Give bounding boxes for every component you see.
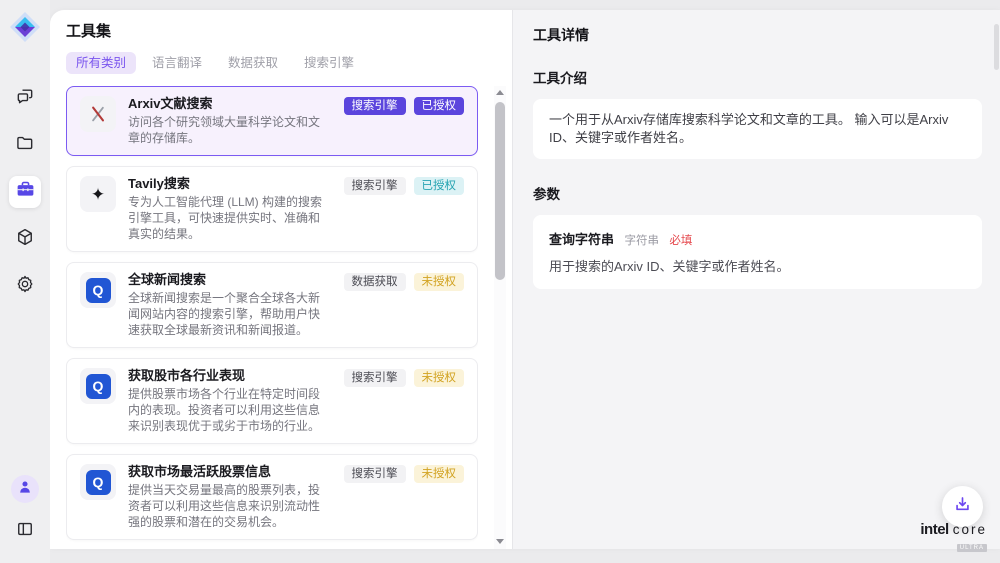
- intro-text: 一个用于从Arxiv存储库搜索科学论文和文章的工具。 输入可以是Arxiv ID…: [549, 112, 948, 145]
- category-tabs: 所有类别 语言翻译 数据获取 搜索引擎: [66, 52, 512, 74]
- intel-core-logo: intel core ULTRA: [920, 522, 987, 553]
- tool-badges: 搜索引擎 未授权: [344, 465, 465, 483]
- folder-icon: [15, 133, 35, 158]
- scroll-up-arrow[interactable]: [494, 86, 506, 98]
- quark-q-icon: Q: [86, 374, 111, 399]
- param-name: 查询字符串: [549, 232, 614, 247]
- tool-title: 获取市场最活跃股票信息: [128, 464, 332, 480]
- tool-auth-badge: 未授权: [414, 465, 465, 483]
- quark-q-icon: Q: [86, 278, 111, 303]
- diamond-logo-icon: [8, 10, 42, 44]
- scrollbar-thumb[interactable]: [495, 102, 505, 280]
- brand-core-text: core: [953, 523, 987, 537]
- detail-title: 工具详情: [533, 25, 982, 45]
- quark-q-icon: Q: [86, 470, 111, 495]
- tool-list-panel: 工具集 所有类别 语言翻译 数据获取 搜索引擎 Arxiv文献搜索 访问各个研究…: [50, 10, 512, 549]
- arxiv-x-icon: [87, 103, 109, 125]
- tool-description: 提供当天交易量最高的股票列表，投资者可以利用这些信息来识别流动性强的股票和潜在的…: [128, 482, 332, 530]
- tool-auth-badge: 已授权: [414, 177, 465, 195]
- tool-body: 全球新闻搜索 全球新闻搜索是一个聚合全球各大新闻网站内容的搜索引擎，帮助用户快速…: [128, 272, 332, 338]
- sidebar-item-tools[interactable]: [9, 176, 41, 208]
- tool-list: Arxiv文献搜索 访问各个研究领域大量科学论文和文章的存储库。 搜索引擎 已授…: [66, 86, 478, 549]
- tool-category-badge: 数据获取: [344, 273, 406, 291]
- rail-bottom: [0, 475, 50, 547]
- tool-category-badge: 搜索引擎: [344, 465, 406, 483]
- download-icon: [952, 494, 973, 520]
- tool-icon-tile: Q: [80, 368, 116, 404]
- category-tab[interactable]: 语言翻译: [142, 52, 212, 74]
- sidebar-item-settings[interactable]: [9, 270, 41, 302]
- sidebar-item-plugins[interactable]: [9, 223, 41, 255]
- category-tab[interactable]: 搜索引擎: [294, 52, 364, 74]
- package-icon: [15, 227, 35, 252]
- user-avatar[interactable]: [11, 475, 39, 503]
- sidebar-item-chat[interactable]: [9, 82, 41, 114]
- category-tab[interactable]: 数据获取: [218, 52, 288, 74]
- tool-card[interactable]: Q 全球新闻搜索 全球新闻搜索是一个聚合全球各大新闻网站内容的搜索引擎，帮助用户…: [66, 262, 478, 348]
- tool-category-badge: 搜索引擎: [344, 177, 406, 195]
- param-header: 查询字符串 字符串 必填: [549, 229, 966, 249]
- left-rail: [0, 0, 50, 563]
- tool-category-badge: 搜索引擎: [344, 97, 406, 115]
- params-heading: 参数: [533, 183, 982, 203]
- panel-collapse-icon: [15, 519, 35, 544]
- user-avatar-icon: [16, 478, 34, 501]
- tool-icon-tile: ✦: [80, 176, 116, 212]
- category-tab[interactable]: 所有类别: [66, 52, 136, 74]
- tool-title: Arxiv文献搜索: [128, 96, 332, 112]
- tool-body: Arxiv文献搜索 访问各个研究领域大量科学论文和文章的存储库。: [128, 96, 332, 146]
- tool-card[interactable]: Arxiv文献搜索 访问各个研究领域大量科学论文和文章的存储库。 搜索引擎 已授…: [66, 86, 478, 156]
- tool-description: 提供股票市场各个行业在特定时间段内的表现。投资者可以利用这些信息来识别表现优于或…: [128, 386, 332, 434]
- tool-auth-badge: 未授权: [414, 369, 465, 387]
- tool-icon-tile: [80, 96, 116, 132]
- tool-body: Tavily搜索 专为人工智能代理 (LLM) 构建的搜索引擎工具，可快速提供实…: [128, 176, 332, 242]
- tool-title: 获取股市各行业表现: [128, 368, 332, 384]
- tool-auth-badge: 已授权: [414, 97, 465, 115]
- brand-ultra-badge: ULTRA: [957, 544, 987, 552]
- tool-badges: 搜索引擎 未授权: [344, 369, 465, 387]
- tool-auth-badge: 未授权: [414, 273, 465, 291]
- tool-badges: 搜索引擎 已授权: [344, 97, 465, 115]
- sparkle-icon: ✦: [91, 186, 105, 203]
- toolbox-icon: [15, 179, 36, 205]
- tool-card[interactable]: Q 获取市场最活跃股票信息 提供当天交易量最高的股票列表，投资者可以利用这些信息…: [66, 454, 478, 540]
- scroll-down-arrow[interactable]: [494, 535, 506, 547]
- tool-title: 全球新闻搜索: [128, 272, 332, 288]
- chat-icon: [15, 86, 35, 111]
- param-description: 用于搜索的Arxiv ID、关键字或作者姓名。: [549, 258, 966, 275]
- tool-badges: 搜索引擎 已授权: [344, 177, 465, 195]
- tool-description: 访问各个研究领域大量科学论文和文章的存储库。: [128, 114, 332, 146]
- sidebar-item-files[interactable]: [9, 129, 41, 161]
- tool-icon-tile: Q: [80, 464, 116, 500]
- detail-scrollbar-thumb[interactable]: [994, 24, 999, 70]
- rail-nav: [0, 82, 50, 302]
- tool-detail-panel: 工具详情 工具介绍 一个用于从Arxiv存储库搜索科学论文和文章的工具。 输入可…: [512, 10, 1000, 549]
- gear-icon: [15, 274, 35, 299]
- tool-body: 获取股市各行业表现 提供股票市场各个行业在特定时间段内的表现。投资者可以利用这些…: [128, 368, 332, 434]
- tool-description: 专为人工智能代理 (LLM) 构建的搜索引擎工具，可快速提供实时、准确和真实的结…: [128, 194, 332, 242]
- tool-card[interactable]: ✦ Tavily搜索 专为人工智能代理 (LLM) 构建的搜索引擎工具，可快速提…: [66, 166, 478, 252]
- list-scrollbar[interactable]: [494, 86, 506, 549]
- param-required-badge: 必填: [669, 235, 692, 247]
- tool-title: Tavily搜索: [128, 176, 332, 192]
- page-title: 工具集: [66, 24, 512, 40]
- tool-badges: 数据获取 未授权: [344, 273, 465, 291]
- intro-heading: 工具介绍: [533, 67, 982, 87]
- tool-icon-tile: Q: [80, 272, 116, 308]
- sidebar-item-collapse[interactable]: [9, 515, 41, 547]
- brand-intel-text: intel: [920, 522, 948, 537]
- param-type: 字符串: [624, 235, 659, 247]
- intro-card: 一个用于从Arxiv存储库搜索科学论文和文章的工具。 输入可以是Arxiv ID…: [533, 99, 982, 159]
- param-card: 查询字符串 字符串 必填 用于搜索的Arxiv ID、关键字或作者姓名。: [533, 215, 982, 289]
- tool-card[interactable]: Q 获取股市各行业表现 提供股票市场各个行业在特定时间段内的表现。投资者可以利用…: [66, 358, 478, 444]
- main-card: 工具集 所有类别 语言翻译 数据获取 搜索引擎 Arxiv文献搜索 访问各个研究…: [50, 10, 1000, 549]
- tool-category-badge: 搜索引擎: [344, 369, 406, 387]
- tool-body: 获取市场最活跃股票信息 提供当天交易量最高的股票列表，投资者可以利用这些信息来识…: [128, 464, 332, 530]
- tool-description: 全球新闻搜索是一个聚合全球各大新闻网站内容的搜索引擎，帮助用户快速获取全球最新资…: [128, 290, 332, 338]
